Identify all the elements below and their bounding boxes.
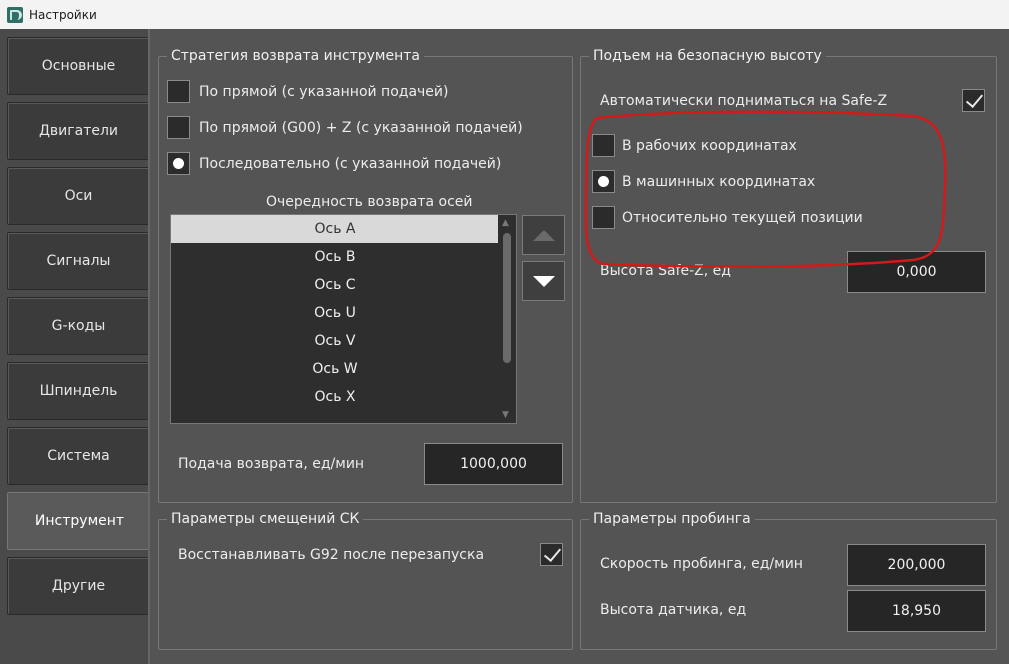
tab-axes[interactable]: Оси [7,167,150,225]
tab-signals[interactable]: Сигналы [7,232,150,290]
axis-order-label: Очередность возврата осей [266,194,473,210]
list-item[interactable]: Ось A [171,215,499,243]
list-item[interactable]: Ось U [171,299,499,327]
auto-safe-z-label: Автоматически подниматься на Safe-Z [600,93,888,109]
auto-safe-z-checkbox[interactable] [962,89,985,112]
radio-machine-coords-label: В машинных координатах [622,174,816,190]
radio-sequential-label: Последовательно (с указанной подачей) [199,156,502,172]
radio-straight-g00-z[interactable] [167,116,190,139]
radio-relative-position[interactable] [592,206,615,229]
settings-tabs: Основные Двигатели Оси Сигналы G-коды Шп… [0,29,152,664]
safe-height-title: Подъем на безопасную высоту [589,48,826,64]
radio-machine-coords[interactable] [592,170,615,193]
title-bar: Настройки [0,0,1009,29]
move-axis-down-button[interactable] [522,261,565,301]
safe-height-group: Подъем на безопасную высоту Автоматическ… [580,48,997,503]
radio-relative-position-label: Относительно текущей позиции [622,210,863,226]
return-feed-input[interactable]: 1000,000 [424,443,563,485]
radio-work-coords-label: В рабочих координатах [622,138,797,154]
tab-motors[interactable]: Двигатели [7,102,150,160]
scroll-down-icon[interactable]: ▼ [502,410,509,420]
list-item[interactable]: Ось X [171,383,499,411]
restore-g92-label: Восстанавливать G92 после перезапуска [178,547,485,563]
app-logo-icon [7,6,23,23]
list-item[interactable]: Ось W [171,355,499,383]
scroll-up-icon[interactable]: ▲ [502,218,509,228]
list-item[interactable]: Ось B [171,243,499,271]
probing-group: Параметры пробинга Скорость пробинга, ед… [580,511,997,650]
safe-z-height-label: Высота Safe-Z, ед [600,263,731,279]
tab-other[interactable]: Другие [7,557,150,615]
offsets-title: Параметры смещений СК [167,511,364,527]
arrow-down-icon [532,275,555,287]
safe-z-height-input[interactable]: 0,000 [847,251,986,293]
sensor-height-input[interactable]: 18,950 [847,590,986,632]
restore-g92-checkbox[interactable] [540,543,563,566]
return-feed-label: Подача возврата, ед/мин [178,456,365,472]
tab-gcodes[interactable]: G-коды [7,297,150,355]
sensor-height-label: Высота датчика, ед [600,602,747,618]
list-item[interactable]: Ось C [171,271,499,299]
probing-title: Параметры пробинга [589,511,755,527]
tab-spindle[interactable]: Шпиндель [7,362,150,420]
tab-system[interactable]: Система [7,427,150,485]
offsets-group: Параметры смещений СК Восстанавливать G9… [158,511,573,650]
radio-straight-g00-z-label: По прямой (G00) + Z (с указанной подачей… [199,120,523,136]
return-strategy-group: Стратегия возврата инструмента По прямой… [158,48,573,503]
tool-settings-panel: Стратегия возврата инструмента По прямой… [148,29,1009,664]
tab-tool[interactable]: Инструмент [7,492,152,550]
radio-straight-label: По прямой (с указанной подачей) [199,84,449,100]
scroll-thumb[interactable] [503,233,511,363]
axis-order-list[interactable]: Ось A Ось B Ось C Ось U Ось V Ось W Ось … [170,214,517,424]
move-axis-up-button[interactable] [522,215,565,255]
tab-main[interactable]: Основные [7,37,150,95]
list-item[interactable]: Ось V [171,327,499,355]
radio-work-coords[interactable] [592,134,615,157]
settings-window: Основные Двигатели Оси Сигналы G-коды Шп… [0,29,1009,664]
axis-list-scrollbar[interactable]: ▲ ▼ [498,215,516,423]
window-title: Настройки [29,7,97,22]
radio-sequential[interactable] [167,152,190,175]
probing-speed-label: Скорость пробинга, ед/мин [600,556,803,572]
radio-straight[interactable] [167,80,190,103]
return-strategy-title: Стратегия возврата инструмента [167,48,424,64]
arrow-up-icon [532,229,555,241]
probing-speed-input[interactable]: 200,000 [847,544,986,586]
